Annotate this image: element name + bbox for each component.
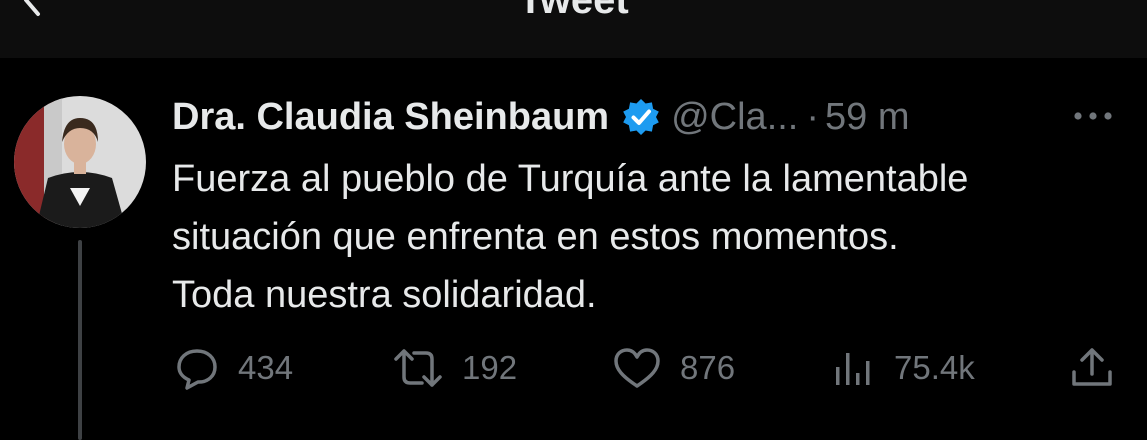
views-count: 75.4k xyxy=(894,349,975,386)
thread-line xyxy=(78,240,82,440)
avatar[interactable] xyxy=(14,96,146,228)
verified-badge-icon xyxy=(623,99,659,135)
retweet-icon xyxy=(394,349,442,387)
share-icon xyxy=(1072,348,1112,386)
reply-count: 434 xyxy=(238,349,294,386)
share-button[interactable] xyxy=(1068,343,1116,393)
retweet-count: 192 xyxy=(462,349,518,386)
views-bar-chart-icon xyxy=(836,353,870,385)
author-handle[interactable]: @Cla... xyxy=(671,96,798,139)
author-name[interactable]: Dra. Claudia Sheinbaum xyxy=(172,96,609,139)
top-bar: Tweet xyxy=(0,0,1147,58)
retweet-button[interactable]: 192 xyxy=(392,343,517,393)
tweet-text: Fuerza al pueblo de Turquía ante la lame… xyxy=(172,158,969,316)
reply-button[interactable]: 434 xyxy=(174,343,293,393)
like-count: 876 xyxy=(680,349,736,386)
separator-dot: · xyxy=(806,95,820,138)
heart-icon xyxy=(614,348,660,388)
tweet-header: Dra. Claudia Sheinbaum @Cla... · 59 m xyxy=(172,92,910,142)
more-dots-icon[interactable] xyxy=(1068,103,1118,129)
timestamp[interactable]: 59 m xyxy=(825,96,909,139)
page-title: Tweet xyxy=(518,0,629,22)
reply-icon xyxy=(177,349,217,390)
like-button[interactable]: 876 xyxy=(612,343,735,393)
views-button[interactable]: 75.4k xyxy=(832,343,975,393)
